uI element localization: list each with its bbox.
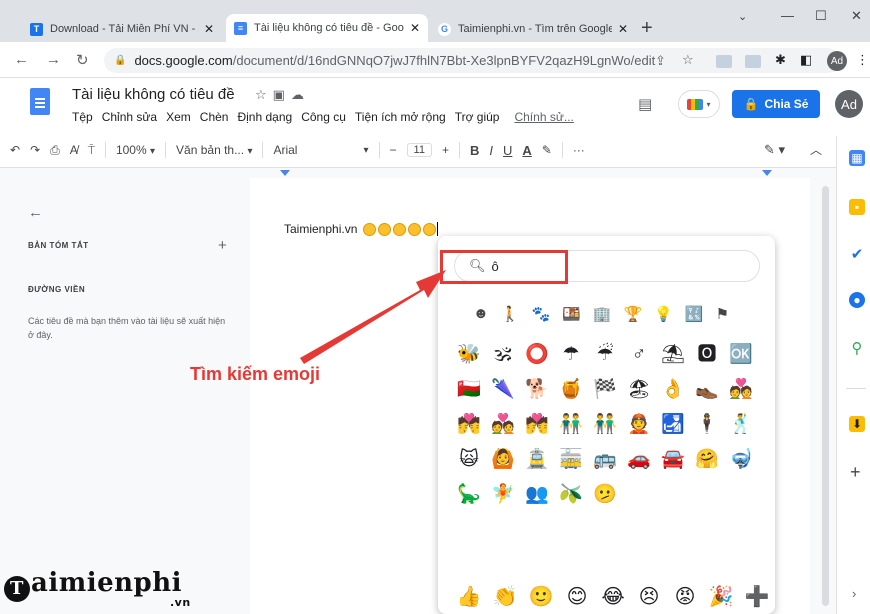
annotation-arrow	[300, 270, 446, 364]
tasks-icon[interactable]: ✔	[849, 246, 865, 263]
calendar-icon[interactable]: ▦	[849, 150, 865, 166]
side-panel-divider	[846, 388, 866, 389]
get-addons-icon[interactable]: +	[850, 462, 861, 483]
contacts-icon[interactable]: ●	[849, 292, 865, 308]
taimienphi-watermark: Taimienphi .vn	[4, 568, 190, 609]
hide-side-panel-icon[interactable]: ›	[852, 586, 856, 601]
annotation-label: Tìm kiếm emoji	[190, 364, 321, 384]
download-addon-icon[interactable]: ⬇	[849, 416, 865, 432]
maps-icon[interactable]: ⚲	[849, 340, 865, 357]
keep-icon[interactable]: ▪	[849, 199, 865, 215]
